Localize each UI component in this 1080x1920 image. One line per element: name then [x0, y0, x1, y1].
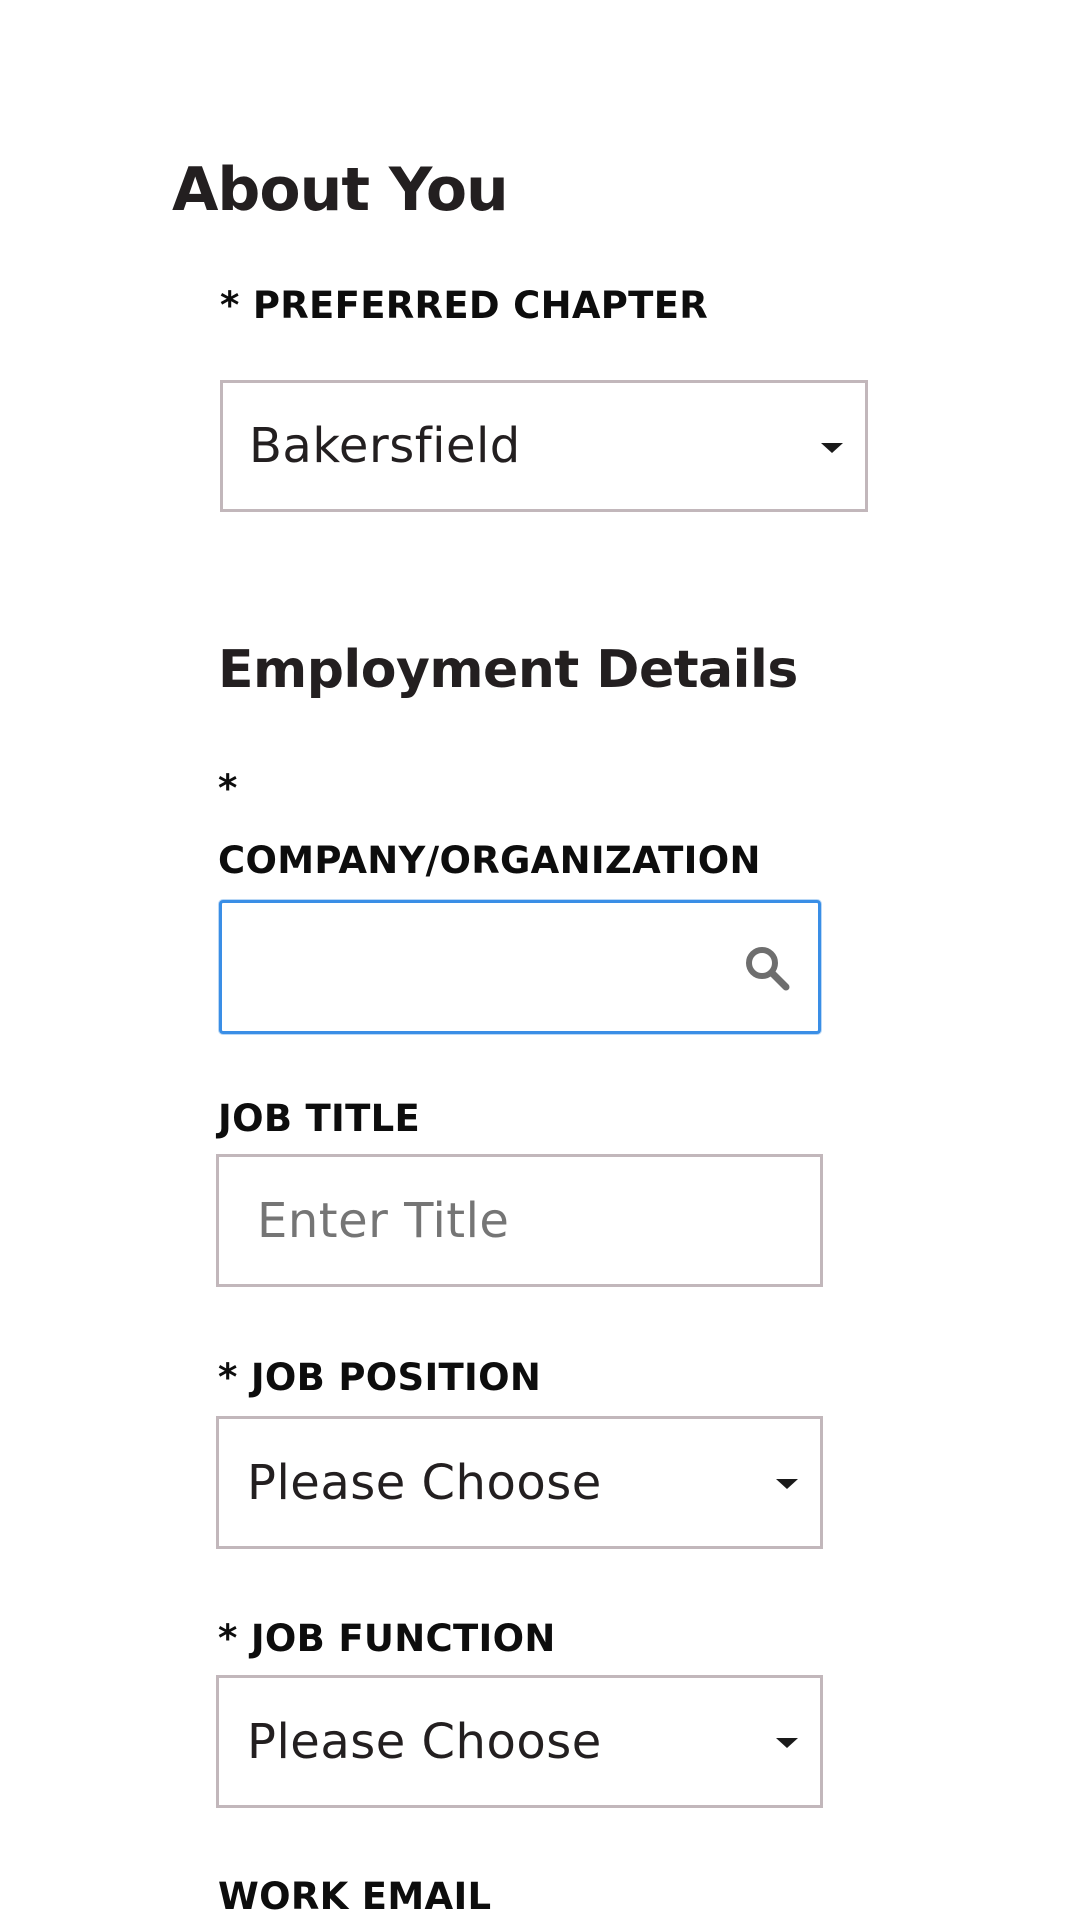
preferred-chapter-label: * PREFERRED CHAPTER — [220, 284, 709, 327]
job-position-label: * JOB POSITION — [218, 1356, 542, 1399]
job-function-value: Please Choose — [247, 1713, 602, 1770]
chevron-down-icon — [776, 1479, 798, 1489]
job-function-label: * JOB FUNCTION — [218, 1617, 556, 1660]
work-email-label: WORK EMAIL — [218, 1875, 492, 1918]
company-organization-input[interactable] — [248, 903, 738, 1031]
job-function-select[interactable]: Please Choose — [216, 1675, 823, 1808]
chevron-down-icon — [821, 443, 843, 453]
preferred-chapter-value: Bakersfield — [249, 418, 521, 474]
section-heading-employment-details: Employment Details — [218, 640, 798, 700]
job-position-select[interactable]: Please Choose — [216, 1416, 823, 1549]
section-heading-about-you: About You — [172, 155, 509, 225]
job-title-label: JOB TITLE — [218, 1097, 421, 1140]
company-organization-search-field[interactable] — [219, 900, 821, 1034]
job-title-field[interactable] — [216, 1154, 823, 1287]
company-required-mark: * — [218, 767, 238, 810]
search-icon — [746, 947, 790, 991]
job-position-value: Please Choose — [247, 1454, 602, 1511]
company-organization-label: COMPANY/ORGANIZATION — [218, 839, 761, 882]
job-title-input[interactable] — [257, 1157, 820, 1284]
chevron-down-icon — [776, 1738, 798, 1748]
preferred-chapter-select[interactable]: Bakersfield — [220, 380, 868, 512]
